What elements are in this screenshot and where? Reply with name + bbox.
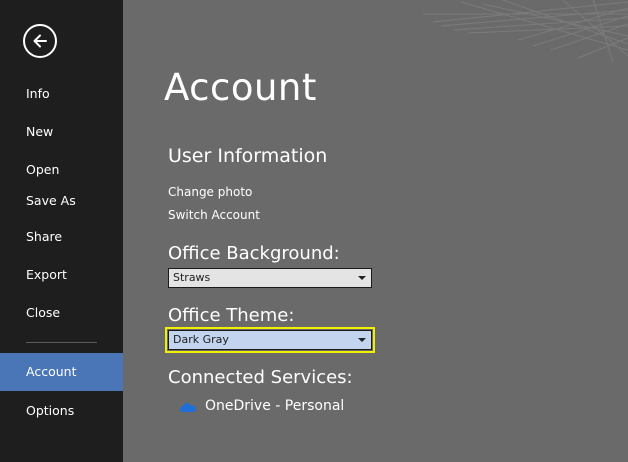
back-arrow-icon xyxy=(33,34,47,48)
onedrive-cloud-icon xyxy=(180,403,196,412)
nav-item-export[interactable]: Export xyxy=(0,256,123,294)
account-pane: Account User Information Change photo Sw… xyxy=(123,0,628,462)
nav-item-info[interactable]: Info xyxy=(0,75,123,113)
backstage-sidebar: Info New Open Save As Share Export Close… xyxy=(0,0,123,462)
nav-item-options[interactable]: Options xyxy=(0,392,123,430)
nav-item-new[interactable]: New xyxy=(0,113,123,151)
nav-item-close[interactable]: Close xyxy=(0,294,123,332)
office-background-dropdown[interactable]: Straws xyxy=(168,268,372,288)
user-information-heading: User Information xyxy=(168,145,328,167)
chevron-down-icon xyxy=(358,338,366,342)
back-button[interactable] xyxy=(23,24,57,58)
page-title: Account xyxy=(164,66,317,109)
switch-account-link[interactable]: Switch Account xyxy=(168,208,260,222)
nav-item-save-as[interactable]: Save As xyxy=(0,182,123,220)
office-theme-label: Office Theme: xyxy=(168,305,295,326)
office-background-value: Straws xyxy=(173,271,211,284)
office-theme-value: Dark Gray xyxy=(173,333,229,346)
straws-background-decoration xyxy=(423,0,628,63)
office-background-label: Office Background: xyxy=(168,243,340,264)
onedrive-personal-label: OneDrive - Personal xyxy=(205,398,345,414)
connected-services-heading: Connected Services: xyxy=(168,367,353,388)
change-photo-link[interactable]: Change photo xyxy=(168,185,252,199)
nav-item-account[interactable]: Account xyxy=(0,353,123,391)
nav-item-share[interactable]: Share xyxy=(0,218,123,256)
nav-divider xyxy=(26,342,97,343)
office-theme-dropdown[interactable]: Dark Gray xyxy=(165,327,375,353)
chevron-down-icon xyxy=(358,276,366,280)
